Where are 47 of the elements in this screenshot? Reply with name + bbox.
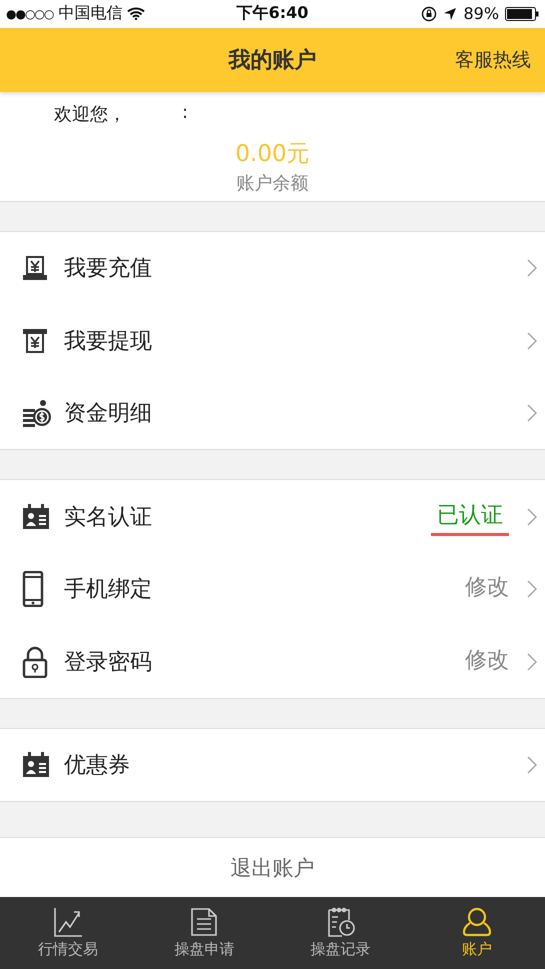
id-card-icon [22, 504, 50, 530]
signal-dots: ●●○○○ [6, 6, 54, 21]
carrier: 中国电信 [58, 3, 122, 24]
chevron-icon [527, 756, 537, 774]
menu-item[interactable]: 资金明细 [64, 398, 527, 428]
document-icon [189, 906, 220, 937]
cash-slot-icon [22, 255, 48, 282]
edit-link[interactable]: 修改 [465, 644, 509, 679]
tab[interactable]: 操盘申请 [136, 896, 272, 969]
menu-item[interactable]: 登录密码 [64, 646, 465, 677]
chevron-icon [527, 259, 537, 278]
cash-slot-icon [22, 328, 48, 354]
battery-percent: 89% [463, 4, 500, 24]
menu-item[interactable]: 我要提现 [64, 326, 527, 356]
menu-item[interactable]: 优惠券 [64, 750, 527, 780]
phone-icon [22, 571, 44, 608]
chevron-icon [527, 580, 537, 598]
chevron-icon [527, 508, 537, 526]
battery-icon [505, 6, 540, 21]
lock-icon [22, 646, 48, 678]
status-text: 已认证 [431, 501, 509, 536]
chevron-icon [527, 332, 537, 350]
menu-item[interactable]: 实名认证 [64, 502, 431, 532]
trend-chart-icon [53, 906, 84, 937]
edit-link[interactable]: 修改 [465, 572, 509, 606]
id-card-icon [22, 752, 50, 778]
balance-label: 账户余额 [236, 172, 308, 196]
user-icon [462, 906, 492, 937]
menu-item[interactable]: 我要充值 [64, 253, 527, 284]
menu-item[interactable]: 手机绑定 [64, 574, 465, 604]
tab[interactable]: 操盘记录 [272, 896, 409, 969]
welcome-text: 欢迎您， [54, 103, 126, 126]
tab[interactable]: 行情交易 [0, 896, 136, 969]
clock: 下午6:40 [236, 3, 310, 24]
chevron-icon [527, 404, 537, 422]
welcome-colon: : [182, 102, 188, 126]
coins-icon [22, 399, 52, 428]
wifi-icon [127, 7, 146, 20]
page-title: 我的账户 [228, 46, 316, 75]
location-arrow-icon [443, 6, 458, 21]
tab[interactable]: 账户 [408, 896, 545, 969]
hotline-link[interactable]: 客服热线 [455, 46, 531, 73]
chevron-icon [527, 652, 537, 671]
balance-amount: 0.00元 [235, 140, 310, 170]
rotation-lock-icon [421, 6, 438, 22]
notepad-clock-icon [326, 906, 356, 937]
logout-button[interactable]: 退出账户 [0, 837, 545, 897]
